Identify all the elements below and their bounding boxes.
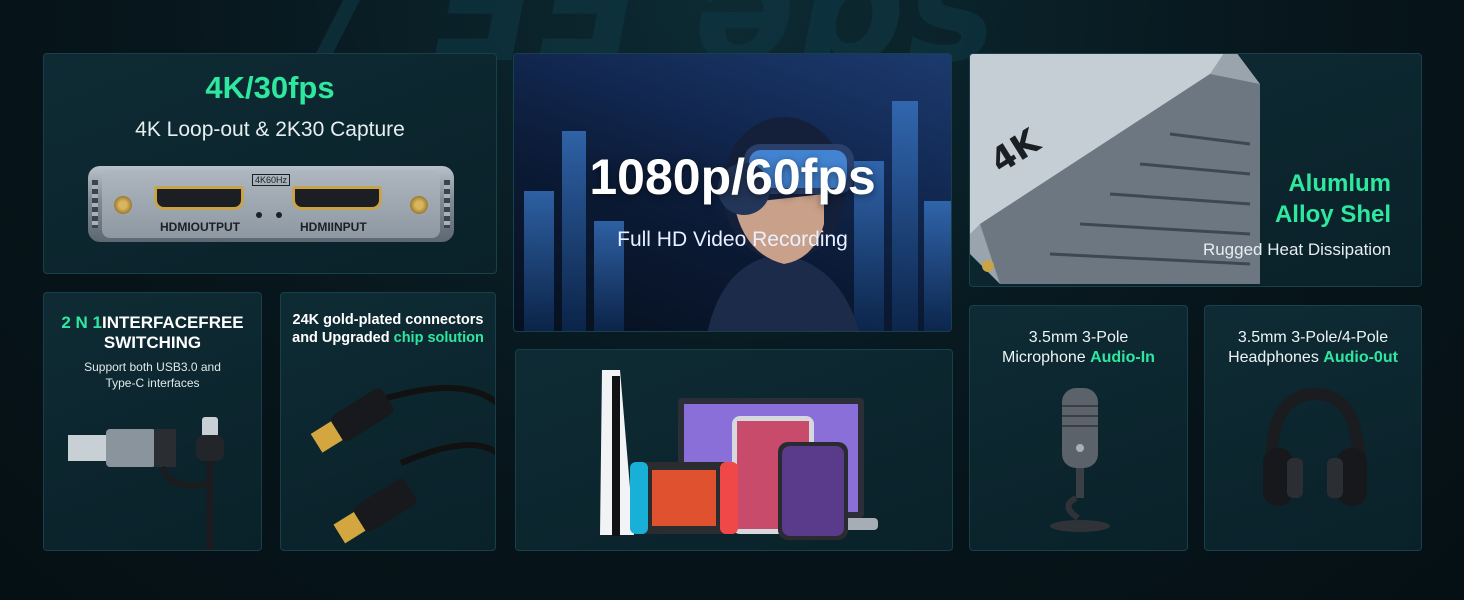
headphones-line2-white: Headphones [1228,349,1324,366]
capture-card: 4K/30fps 4K Loop-out & 2K30 Capture 4K60… [43,53,497,274]
recording-subtitle: Full HD Video Recording [617,228,848,251]
hdmi-input-label: HDMIINPUT [300,220,367,234]
refresh-badge: 4K60Hz [252,174,291,186]
devices-image [600,370,878,540]
alloy-card: 4K Alumlum Alloy Shel Rugged Heat Dissip… [969,53,1422,287]
interface-desc-line2: Type-C interfaces [105,376,200,390]
vr-person-image [707,117,859,331]
hdmi-input-port [292,186,382,210]
mic-text: 3.5mm 3-Pole Microphone Audio-In [970,328,1187,368]
interface-title-line2: SWITCHING [103,333,202,352]
interface-desc-line1: Support both USB3.0 and [84,360,221,374]
gold-line2-green: chip solution [393,330,484,346]
interface-desc: Support both USB3.0 and Type-C interface… [44,359,261,391]
microphone-card: 3.5mm 3-Pole Microphone Audio-In [969,305,1188,551]
gold-line2-white: and Upgraded [292,330,394,346]
microphone-icon [1050,388,1110,532]
mic-line1: 3.5mm 3-Pole [1028,329,1129,346]
mic-line2-green: Audio-In [1090,349,1155,366]
recording-card: 1080p/60fps Full HD Video Recording [513,53,952,332]
hdmi-cable-image [310,385,495,544]
alloy-title-line1: Alumlum [1288,170,1391,197]
headphones-text: 3.5mm 3-Pole/4-Pole Headphones Audio-0ut [1205,328,1421,368]
gold-plated-card: 24K gold-plated connectors and Upgraded … [280,292,496,551]
hdmi-output-label: HDMIOUTPUT [160,220,240,234]
headphones-icon [1263,387,1367,506]
alloy-subtitle: Rugged Heat Dissipation [1202,240,1391,259]
headphones-card: 3.5mm 3-Pole/4-Pole Headphones Audio-0ut [1204,305,1422,551]
headphones-line1: 3.5mm 3-Pole/4-Pole [1237,329,1389,346]
interface-title-green: 2 N 1 [61,313,102,332]
alloy-title: Alumlum Alloy Shel [1275,168,1391,230]
compatible-devices-card [515,349,953,551]
headphones-line2-green: Audio-0ut [1323,349,1398,366]
recording-title: 1080p/60fps [589,149,876,205]
interface-card: 2 N 1INTERFACEFREE SWITCHING Support bot… [43,292,262,551]
gold-line1: 24K gold-plated connectors [292,312,484,328]
interface-title: 2 N 1INTERFACEFREE SWITCHING [44,313,261,353]
interface-title-rest: INTERFACEFREE [101,313,244,332]
alloy-title-line2: Alloy Shel [1274,201,1391,228]
usb-connector-image [68,417,224,550]
hdmi-output-port [154,186,244,210]
capture-device-image: 4K60Hz HDMIOUTPUT HDMIINPUT [88,166,454,242]
mic-line2-white: Microphone [1002,349,1091,366]
gold-plated-text: 24K gold-plated connectors and Upgraded … [281,311,495,347]
capture-subtitle: 4K Loop-out & 2K30 Capture [135,118,405,141]
capture-title: 4K/30fps [205,70,335,105]
